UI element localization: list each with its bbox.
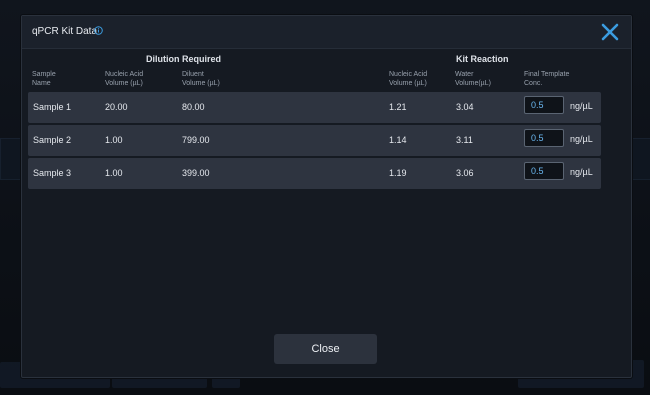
final-template-conc-input[interactable] (524, 96, 564, 114)
kit-nucleic-acid-volume-cell: 1.14 (389, 135, 407, 145)
column-header-final-template-conc: Final Template Conc. (524, 71, 570, 87)
water-volume-cell: 3.06 (456, 168, 474, 178)
column-header-water-volume: Water Volume(µL) (455, 71, 491, 87)
group-header-dilution: Dilution Required (146, 54, 221, 64)
close-icon[interactable] (600, 22, 620, 42)
conc-unit-label: ng/µL (570, 134, 593, 144)
info-icon[interactable] (94, 26, 103, 35)
table-row: Sample 1 20.00 80.00 1.21 3.04 ng/µL (28, 92, 601, 123)
nucleic-acid-volume-cell: 1.00 (105, 135, 123, 145)
conc-unit-label: ng/µL (570, 101, 593, 111)
water-volume-cell: 3.04 (456, 102, 474, 112)
column-header-sample-name: Sample Name (32, 71, 56, 87)
diluent-volume-cell: 80.00 (182, 102, 205, 112)
nucleic-acid-volume-cell: 1.00 (105, 168, 123, 178)
background-panel (630, 138, 650, 180)
group-header-kit-reaction: Kit Reaction (456, 54, 509, 64)
sample-name-cell: Sample 1 (33, 102, 72, 112)
column-header-nucleic-acid-volume: Nucleic Acid Volume (µL) (105, 71, 144, 87)
diluent-volume-cell: 799.00 (182, 135, 210, 145)
sample-name-cell: Sample 2 (33, 135, 72, 145)
dialog-title: qPCR Kit Data (32, 26, 98, 37)
conc-unit-label: ng/µL (570, 167, 593, 177)
table-row: Sample 3 1.00 399.00 1.19 3.06 ng/µL (28, 158, 601, 189)
final-template-conc-input[interactable] (524, 129, 564, 147)
final-template-conc-input[interactable] (524, 162, 564, 180)
background-panel (0, 138, 22, 180)
nucleic-acid-volume-cell: 20.00 (105, 102, 128, 112)
table-row: Sample 2 1.00 799.00 1.14 3.11 ng/µL (28, 125, 601, 156)
diluent-volume-cell: 399.00 (182, 168, 210, 178)
close-button[interactable]: Close (274, 334, 377, 364)
column-header-kit-nucleic-acid-volume: Nucleic Acid Volume (µL) (389, 71, 428, 87)
sample-name-cell: Sample 3 (33, 168, 72, 178)
kit-nucleic-acid-volume-cell: 1.21 (389, 102, 407, 112)
water-volume-cell: 3.11 (456, 135, 473, 145)
qpcr-kit-data-dialog: qPCR Kit Data Dilution Required Kit Reac… (21, 15, 632, 378)
column-header-diluent-volume: Diluent Volume (µL) (182, 71, 220, 87)
dialog-header: qPCR Kit Data (22, 16, 631, 49)
kit-nucleic-acid-volume-cell: 1.19 (389, 168, 407, 178)
